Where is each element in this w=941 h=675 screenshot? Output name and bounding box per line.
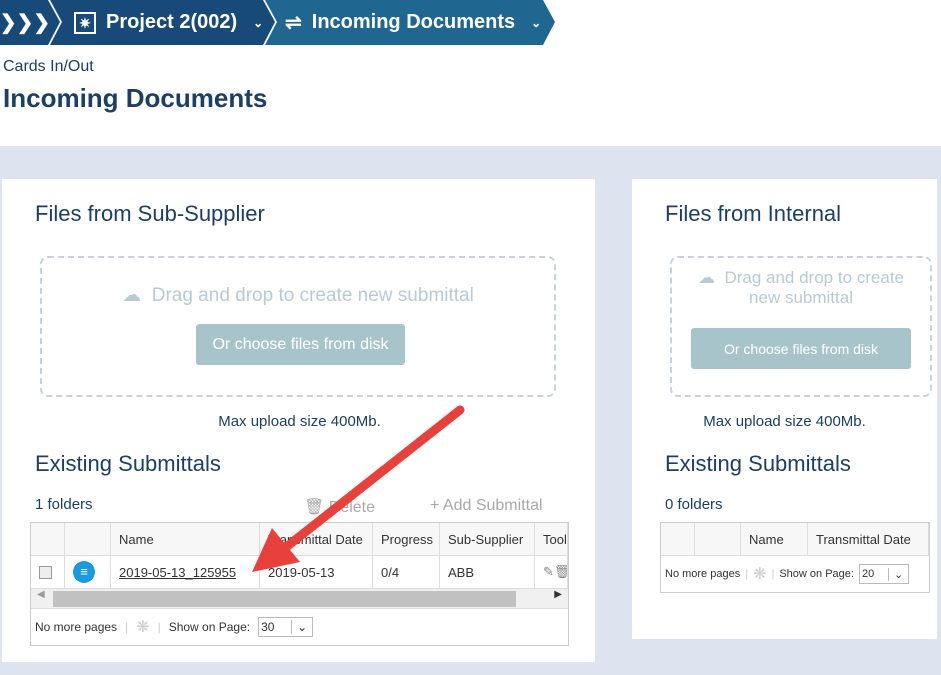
annotation-arrow bbox=[252, 405, 465, 572]
